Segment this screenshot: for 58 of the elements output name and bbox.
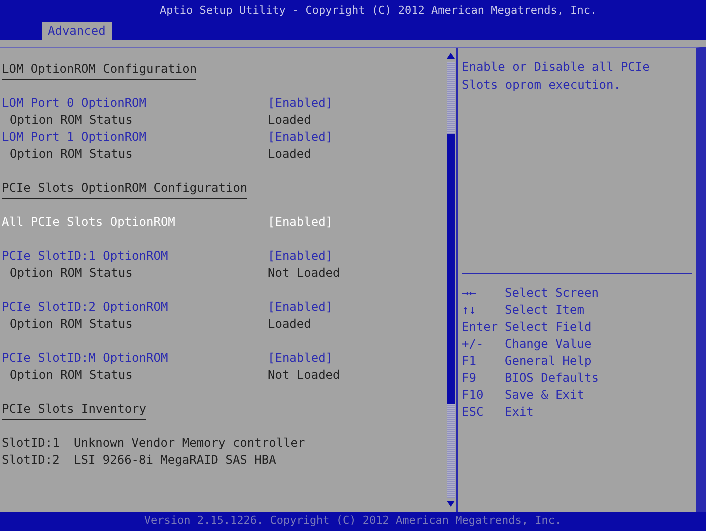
key-action: Change Value	[505, 336, 592, 352]
section-heading: LOM OptionROM Configuration	[2, 60, 198, 77]
setting-row[interactable]: All PCIe Slots OptionROM [Enabled]	[2, 213, 446, 230]
setting-label: PCIe SlotID:2 OptionROM	[2, 298, 170, 316]
setting-row[interactable]: LOM Port 0 OptionROM [Enabled]	[2, 94, 446, 111]
setting-value: [Enabled]	[268, 94, 334, 112]
setting-value: [Enabled]	[268, 128, 334, 146]
key-name: F10	[462, 386, 485, 404]
key-action: Select Screen	[505, 284, 599, 302]
key-action: General Help	[505, 352, 592, 370]
setting-label: All PCIe Slots OptionROM	[2, 214, 176, 230]
key-action: Select Field	[505, 318, 592, 336]
section-heading: PCIe Slots OptionROM Configuration	[2, 180, 249, 196]
status-label: Option ROM Status	[9, 146, 134, 162]
setting-value: [Enabled]	[268, 248, 334, 264]
setting-label: LOM Port 0 OptionROM	[2, 94, 148, 112]
setting-row[interactable]: PCIe SlotID:M OptionROM [Enabled]	[2, 349, 446, 366]
setting-row[interactable]: PCIe SlotID:2 OptionROM [Enabled]	[2, 298, 446, 315]
key-name: +/-	[462, 336, 485, 352]
key-name: →←	[462, 284, 478, 302]
status-label: Option ROM Status	[9, 264, 134, 282]
status-value: Not Loaded	[268, 264, 340, 282]
key-action: BIOS Defaults	[505, 370, 599, 386]
key-name: ↑↓	[462, 302, 478, 318]
setting-row[interactable]: PCIe SlotID:1 OptionROM [Enabled]	[2, 247, 446, 264]
status-value: Not Loaded	[268, 366, 340, 384]
setting-value: [Enabled]	[268, 298, 334, 316]
key-name: F1	[462, 352, 478, 370]
setting-label: PCIe SlotID:M OptionROM	[2, 350, 170, 366]
version-text: Version 2.15.1226. Copyright (C) 2012 American Megatrends, Inc.	[144, 513, 562, 530]
setting-label: LOM Port 1 OptionROM	[2, 128, 148, 146]
scroll-up-icon[interactable]	[447, 52, 455, 60]
setting-value: [Enabled]	[268, 350, 334, 366]
tab[interactable]: Advanced	[42, 22, 112, 40]
key-name: F9	[462, 370, 478, 386]
setting-row[interactable]: LOM Port 1 OptionROM [Enabled]	[2, 128, 446, 145]
scroll-thumb[interactable]	[447, 134, 455, 404]
status-label: Option ROM Status	[9, 112, 134, 128]
scroll-down-icon[interactable]	[447, 500, 455, 508]
section-heading: PCIe Slots Inventory	[2, 400, 148, 417]
status-value: Loaded	[268, 316, 312, 332]
setting-value: [Enabled]	[268, 214, 334, 230]
key-action: Exit	[505, 404, 534, 420]
key-name: ESC	[462, 404, 485, 420]
key-action: Save & Exit	[505, 386, 584, 404]
status-label: Option ROM Status	[9, 366, 134, 384]
slot-id: SlotID:1	[2, 434, 61, 452]
status-value: Loaded	[268, 146, 312, 162]
status-label: Option ROM Status	[9, 316, 134, 332]
help-text: Enable or Disable all PCIe Slots oprom execution.	[462, 59, 651, 94]
slot-device: LSI 9266-8i MegaRAID SAS HBA	[74, 452, 276, 468]
key-action: Select Item	[505, 302, 584, 318]
setting-label: PCIe SlotID:1 OptionROM	[2, 248, 170, 264]
slot-device: Unknown Vendor Memory controller	[74, 434, 306, 452]
slot-id: SlotID:2	[2, 452, 61, 468]
window-title: Aptio Setup Utility - Copyright (C) 2012 American Megatrends, Inc.	[159, 2, 598, 19]
status-value: Loaded	[268, 112, 312, 128]
key-name: Enter	[462, 318, 500, 336]
